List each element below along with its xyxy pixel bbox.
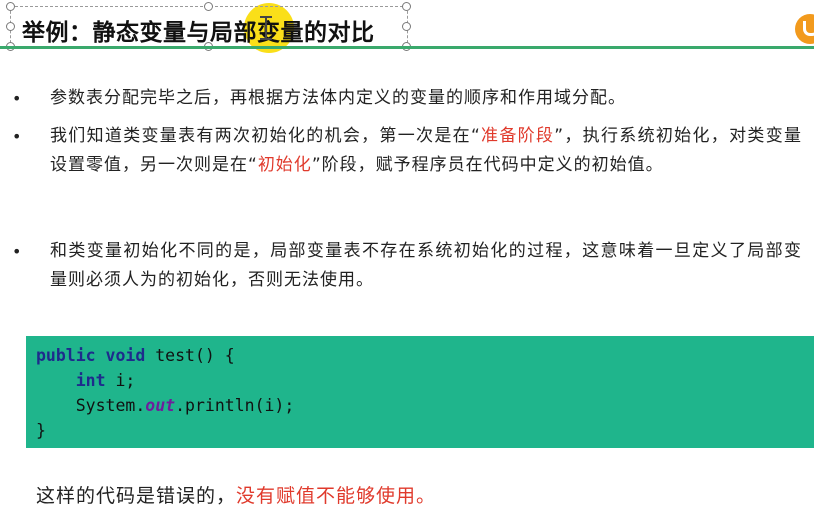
code-rest: } [36,421,46,440]
bullet-marker: • [12,242,22,261]
code-rest: .println(i); [175,396,295,415]
text-cursor-icon [260,16,277,40]
code-text: public void test() { int i; System.out.p… [36,343,294,443]
bullet-text: 参数表分配完毕之后，再根据方法体内定义的变量的顺序和作用域分配。 [50,88,626,108]
resize-handle-tl[interactable] [6,2,15,11]
bullet-text-part: ”阶段，赋予程序员在代码中定义的初始值。 [311,155,664,175]
code-rest: i; [105,371,136,390]
highlight-text: 准备阶段 [480,126,555,146]
title-before: 举例：静态变量与局 [22,20,234,46]
conclusion-normal: 这样的代码是错误的， [36,485,237,507]
conclusion-text: 这样的代码是错误的，没有赋值不能够使用。 [36,481,436,508]
code-field: out [145,396,176,415]
resize-handle-tm[interactable] [204,2,213,11]
bullet-text-part: 我们知道类变量表有两次初始化的机会，第一次是在“ [50,126,481,146]
resize-handle-mr[interactable] [402,22,411,31]
bullet-marker: • [12,89,22,108]
resize-handle-ml[interactable] [6,22,15,31]
logo-icon [795,14,814,44]
bullet-text: 和类变量初始化不同的是，局部变量表不存在系统初始化的过程，这意味着一旦定义了局部… [50,241,802,290]
code-keyword: public void [36,346,146,365]
code-rest: System. [36,396,146,415]
bullet-marker: • [12,127,22,146]
code-block: public void test() { int i; System.out.p… [26,336,814,448]
bullet-text: 我们知道类变量表有两次初始化的机会，第一次是在“准备阶段”，执行系统初始化，对类… [50,122,802,180]
title-divider [0,46,814,49]
conclusion-red: 没有赋值不能够使用。 [236,485,437,507]
title-highlight: 部 [233,20,257,46]
code-line: public void test() { [36,343,294,368]
resize-handle-tr[interactable] [402,2,411,11]
code-line: int i; [36,368,294,393]
highlight-text: 初始化 [257,155,312,175]
code-line: } [36,418,294,443]
code-keyword: int [75,371,106,390]
code-rest: test() { [145,346,235,365]
slide-title[interactable]: 举例：静态变量与局部变量的对比 [22,13,375,47]
code-line: System.out.println(i); [36,393,295,418]
